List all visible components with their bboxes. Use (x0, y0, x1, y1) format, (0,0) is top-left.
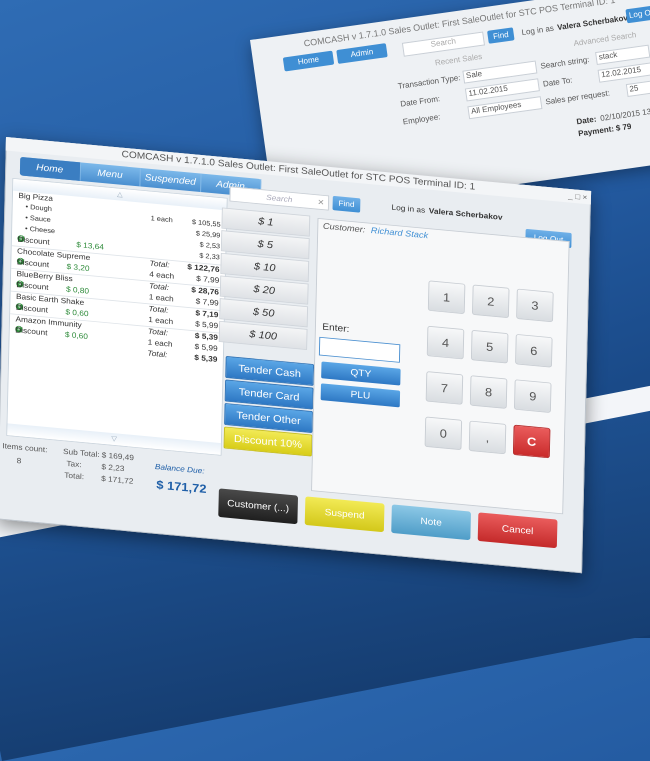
background-search-string-label: Search string: (539, 55, 590, 71)
item-modifier: • Sauce (25, 213, 51, 224)
item-price: $ 2,33 (199, 251, 220, 262)
background-sales-per-request-label: Sales per request: (544, 88, 611, 107)
discount-amount: $ 0,60 (65, 307, 89, 319)
total-label: Total: (147, 348, 168, 359)
item-name: Big Pizza (18, 191, 54, 203)
background-date-label: Date: (575, 114, 598, 127)
total-label: Total: (149, 258, 170, 270)
item-qty: 4 each (149, 269, 175, 281)
items-count-label: Items count: (2, 441, 48, 454)
items-count-value: 8 (16, 456, 22, 466)
item-price: $ 2,53 (199, 240, 221, 251)
item-total: $ 122,76 (187, 262, 220, 274)
key-4[interactable]: 4 (426, 325, 465, 360)
item-modifier: • Dough (25, 202, 52, 213)
item-qty: 1 each (148, 315, 174, 326)
discount-amount: $ 0,80 (65, 284, 90, 296)
discount-label: Discount (16, 257, 50, 269)
background-logout-button: Log Out (625, 4, 650, 24)
tax-value: $ 2,23 (101, 462, 125, 473)
item-qty: 1 each (148, 292, 174, 304)
key-0[interactable]: 0 (424, 416, 463, 451)
item-price: $ 7,99 (196, 274, 220, 285)
window-controls[interactable]: _ □ × (568, 189, 587, 204)
pos-window: COMCASH v 1.7.1.0 Sales Outlet: First Sa… (0, 137, 592, 574)
total-label: Total: (64, 470, 85, 481)
background-payment-value: $ 79 (615, 121, 632, 133)
item-price: $ 105,55 (191, 218, 221, 229)
background-logged-as: Log in as (520, 23, 555, 38)
key-7[interactable]: 7 (425, 371, 464, 405)
discount-label: Discount (15, 302, 49, 315)
key-comma[interactable]: , (468, 420, 507, 455)
background-search-string-value: stack (595, 44, 650, 65)
key-6[interactable]: 6 (515, 333, 553, 368)
discount-label: Discount (15, 325, 48, 337)
background-payment-label: Payment: (577, 124, 615, 139)
item-price: $ 5,99 (194, 342, 218, 353)
balance-due-label: Balance Due: (154, 462, 205, 476)
discount-amount: $ 0,60 (64, 330, 89, 341)
discount-amount: $ 3,20 (66, 262, 90, 273)
background-user-name: Valera Scherbakov (556, 13, 629, 33)
background-date-to-value: 12.02.2015 (597, 62, 650, 83)
clear-icon[interactable]: ✕ (317, 195, 324, 209)
item-modifier: • Cheese (24, 224, 56, 235)
key-8[interactable]: 8 (469, 375, 508, 409)
background-find-button: Find (487, 27, 515, 44)
background-advanced-search: Advanced Search (573, 30, 637, 48)
find-button[interactable]: Find (332, 195, 361, 213)
discount-label: Discount (17, 234, 50, 247)
background-date-value: 02/10/2015 13:19:44 (599, 103, 650, 123)
background-transaction-type-label: Transaction Type: (397, 73, 462, 91)
discount-amount: $ 13,64 (76, 240, 105, 252)
search-placeholder: Search (266, 193, 293, 204)
key-1[interactable]: 1 (427, 280, 466, 315)
balance-due-value: $ 171,72 (156, 477, 207, 496)
tax-label: Tax: (66, 459, 82, 469)
key-5[interactable]: 5 (470, 329, 509, 364)
item-price: $ 7,99 (195, 296, 219, 308)
item-price: $ 25,99 (195, 229, 221, 240)
key-clear[interactable]: C (512, 424, 551, 459)
item-total: $ 5,39 (194, 331, 218, 342)
discount-label: Discount (16, 280, 49, 292)
order-list[interactable]: △ Big Pizza • Dough 1 each $ 105,55 • Sa… (6, 178, 228, 456)
total-label: Total: (147, 326, 169, 338)
subtotal-label: Sub Total: (62, 447, 100, 459)
background-date-from-label: Date From: (399, 94, 441, 109)
quick-cash-column: $ 1 $ 5 $ 10 $ 20 $ 50 $ 100 (218, 207, 311, 351)
background-sales-per-request-value: 25 (625, 80, 650, 98)
total-label: Total: (148, 304, 169, 315)
key-2[interactable]: 2 (472, 284, 510, 319)
item-qty: 1 each (150, 214, 173, 224)
background-employee-label: Employee: (402, 112, 441, 127)
background-date-to-label: Date To: (542, 75, 573, 89)
subtotal-value: $ 169,49 (101, 450, 135, 462)
item-total: $ 28,76 (191, 285, 220, 297)
item-price: $ 5,99 (195, 319, 219, 331)
item-total: $ 5,39 (194, 353, 218, 364)
background-nav-home: Home (282, 50, 335, 72)
key-3[interactable]: 3 (516, 288, 554, 323)
key-9[interactable]: 9 (514, 379, 552, 413)
item-total: $ 7,19 (195, 308, 219, 320)
total-label: Total: (148, 281, 170, 292)
item-qty: 1 each (147, 337, 173, 349)
total-value: $ 171,72 (101, 474, 134, 486)
background-nav-admin: Admin (336, 43, 388, 64)
background-recent-sales: Recent Sales (434, 51, 483, 68)
